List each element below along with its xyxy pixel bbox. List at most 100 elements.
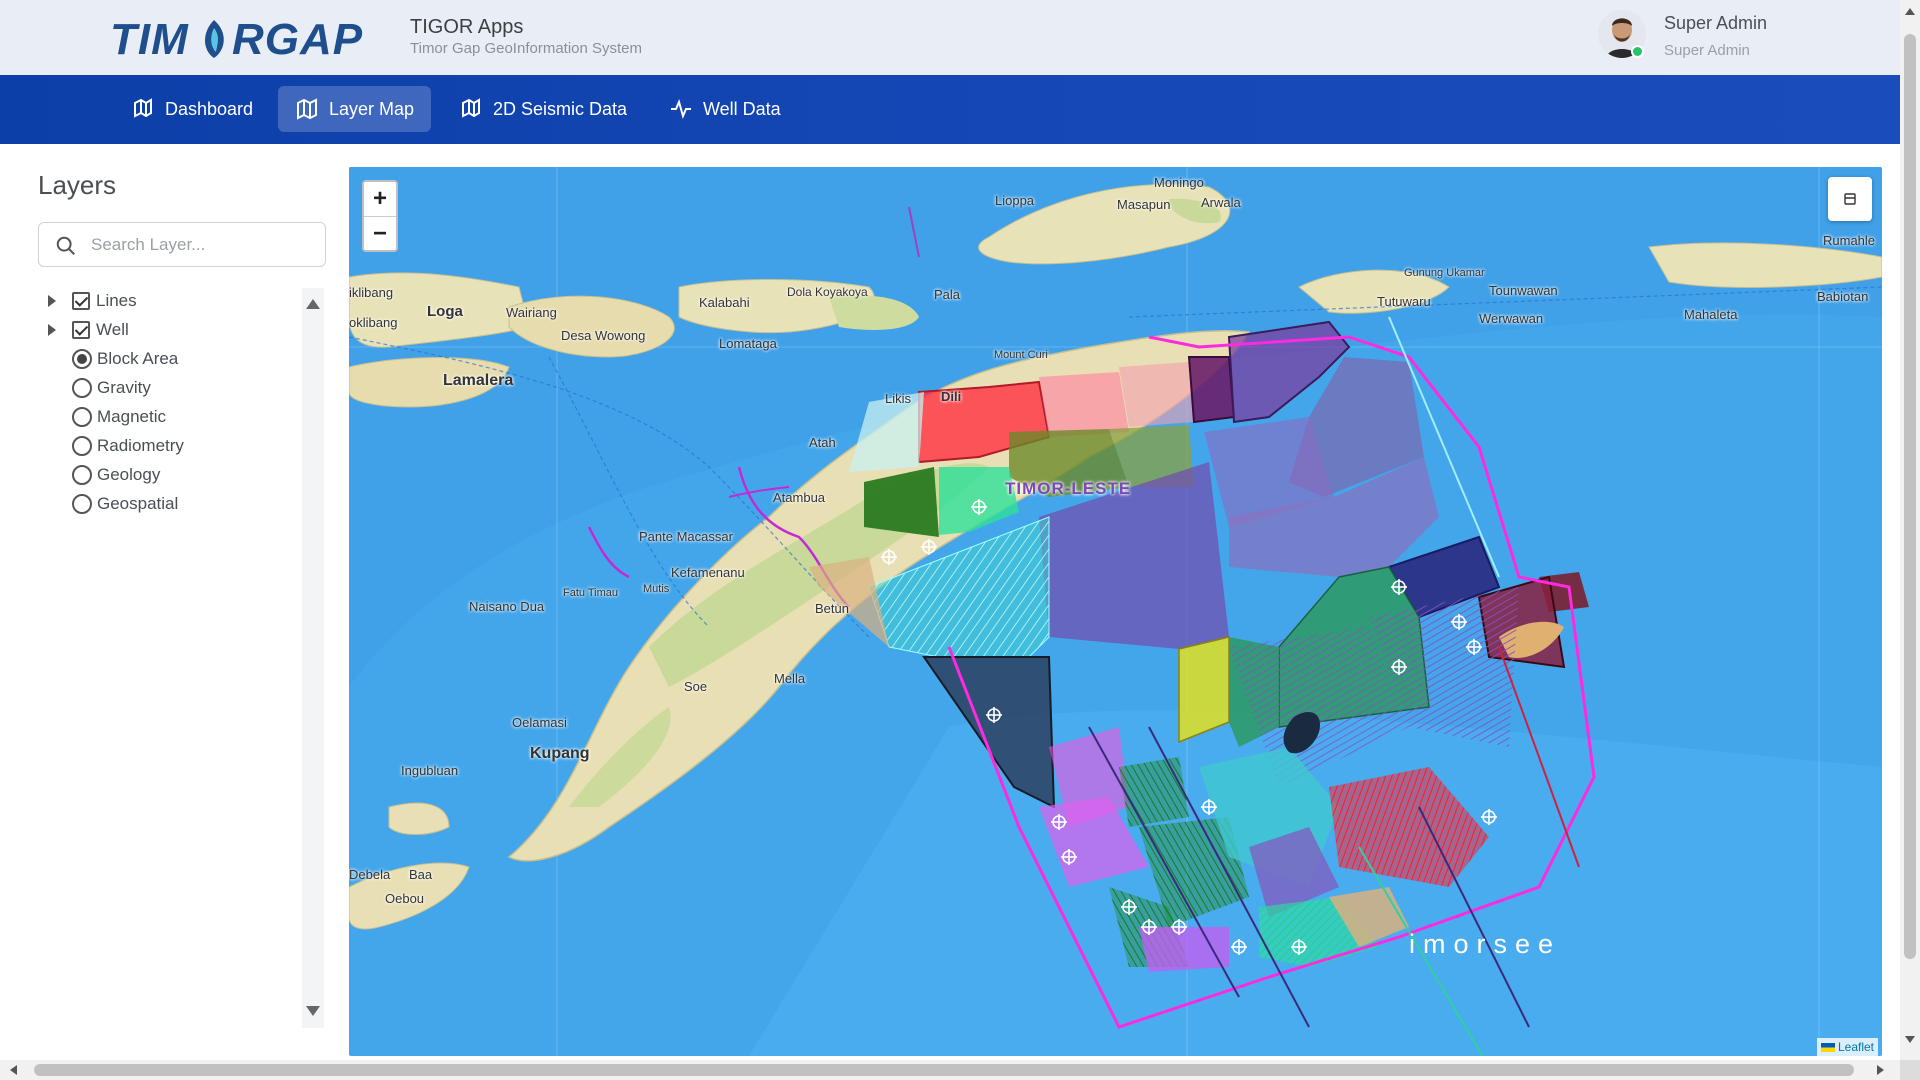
map-label: Rumahle xyxy=(1823,233,1876,248)
layers-title: Layers xyxy=(38,170,117,200)
map-book-icon xyxy=(462,98,480,118)
user-role: Super Admin xyxy=(1664,42,1750,59)
scrollbar-thumb[interactable] xyxy=(34,1064,1854,1076)
map-label: Atah xyxy=(809,435,836,450)
map-label: iklibang xyxy=(349,285,394,300)
map-label: oklibang xyxy=(349,315,398,330)
layer-radio[interactable] xyxy=(72,406,92,427)
map-label: Lioppa xyxy=(995,193,1035,208)
layer-checkbox[interactable] xyxy=(72,291,90,310)
zoom-out-button[interactable]: − xyxy=(364,216,396,250)
layer-label: Gravity xyxy=(97,377,151,397)
map-label: Dili xyxy=(941,389,962,404)
map-label: Masapun xyxy=(1117,197,1171,212)
layer-map[interactable]: Moningo Masapun Arwala Lioppa Rumahle Ba… xyxy=(349,167,1882,1056)
scroll-down-arrow-icon[interactable] xyxy=(306,1006,320,1016)
top-header: TIM RGAP TIGOR Apps Timor Gap GeoInforma… xyxy=(0,0,1900,75)
zoom-control: + − xyxy=(362,180,398,252)
layer-item-radiometry[interactable]: Radiometry xyxy=(44,431,294,460)
timorgap-logo[interactable]: TIM RGAP xyxy=(110,10,400,64)
layer-radio[interactable] xyxy=(72,377,92,398)
map-label: Gunung Ukamar xyxy=(1404,267,1485,279)
map-label: Tutuwaru xyxy=(1377,294,1431,309)
sidebar-scrollbar[interactable] xyxy=(302,288,324,1028)
scrollbar-thumb[interactable] xyxy=(1904,34,1916,959)
svg-text:RGAP: RGAP xyxy=(232,15,363,64)
online-status-indicator xyxy=(1631,45,1644,58)
layer-label: Block Area xyxy=(97,348,179,368)
map-label: Baa xyxy=(409,867,433,882)
ukraine-flag-icon xyxy=(1820,1042,1835,1052)
attribution-text[interactable]: Leaflet xyxy=(1838,1040,1874,1054)
expand-caret-icon[interactable] xyxy=(48,294,56,307)
map-label: Fatu Timau xyxy=(563,587,619,599)
svg-text:TIM: TIM xyxy=(110,15,189,64)
map-label: Likis xyxy=(885,391,912,406)
nav-well-data[interactable]: Well Data xyxy=(652,86,798,132)
layer-label: Radiometry xyxy=(97,435,184,455)
map-label: Mutis xyxy=(643,583,670,595)
main-navbar: Dashboard Layer Map 2D Seismic Data Well… xyxy=(0,75,1900,144)
nav-well-data-label: Well Data xyxy=(703,98,781,119)
map-label: Oebou xyxy=(385,891,425,906)
folded-map-icon xyxy=(297,98,317,120)
map-label: Betun xyxy=(815,601,849,616)
map-label: Mount Curi xyxy=(994,349,1048,361)
map-label: Soe xyxy=(684,679,708,694)
map-label: Oelamasi xyxy=(512,715,567,730)
layer-item-gravity[interactable]: Gravity xyxy=(44,373,294,402)
user-name[interactable]: Super Admin xyxy=(1664,13,1767,34)
app-subtitle: Timor Gap GeoInformation System xyxy=(410,40,643,57)
layer-radio[interactable] xyxy=(72,464,92,485)
basemap-toggle-button[interactable] xyxy=(1828,177,1872,221)
layer-item-well[interactable]: Well xyxy=(44,315,294,344)
scroll-left-arrow-icon[interactable] xyxy=(10,1065,17,1075)
layer-checkbox[interactable] xyxy=(72,320,90,339)
map-label: Lamalera xyxy=(443,372,514,389)
layer-label: Well xyxy=(96,319,129,339)
nav-2d-seismic[interactable]: 2D Seismic Data xyxy=(442,86,644,132)
nav-layer-map[interactable]: Layer Map xyxy=(278,86,432,132)
app-title: TIGOR Apps xyxy=(410,16,524,38)
layers-stack-icon xyxy=(1844,193,1856,205)
layer-radio[interactable] xyxy=(72,493,92,514)
layer-label: Magnetic xyxy=(97,406,166,426)
search-icon xyxy=(56,236,75,255)
map-label: Tounwawan xyxy=(1489,283,1558,298)
map-label: Wairiang xyxy=(506,305,557,320)
map-canvas[interactable] xyxy=(349,167,1882,1056)
layer-radio[interactable] xyxy=(72,348,92,369)
page-vertical-scrollbar[interactable] xyxy=(1900,0,1920,1060)
map-label: Werwawan xyxy=(1479,311,1544,326)
map-label: Loga xyxy=(427,303,463,320)
scrollbar-corner xyxy=(1900,1060,1920,1080)
scroll-right-arrow-icon[interactable] xyxy=(1877,1065,1884,1075)
scroll-up-arrow-icon[interactable] xyxy=(306,299,320,309)
nav-layer-map-label: Layer Map xyxy=(329,98,415,119)
map-label: Kefamenanu xyxy=(671,565,745,580)
layer-item-lines[interactable]: Lines xyxy=(44,286,294,315)
layer-tree: Lines Well Block Area Gravity Magnetic R… xyxy=(44,286,294,518)
nav-dashboard-label: Dashboard xyxy=(165,98,254,119)
scroll-up-arrow-icon[interactable] xyxy=(1905,8,1915,15)
expand-caret-icon[interactable] xyxy=(48,323,56,336)
layer-search-box[interactable] xyxy=(38,222,326,267)
zoom-in-button[interactable]: + xyxy=(364,182,396,216)
layer-item-magnetic[interactable]: Magnetic xyxy=(44,402,294,431)
scroll-down-arrow-icon[interactable] xyxy=(1905,1036,1915,1043)
map-label: Pala xyxy=(934,287,961,302)
layer-search-input[interactable] xyxy=(91,231,311,259)
nav-dashboard[interactable]: Dashboard xyxy=(114,86,270,132)
layer-item-block-area[interactable]: Block Area xyxy=(44,344,294,373)
layer-item-geospatial[interactable]: Geospatial xyxy=(44,489,294,518)
map-label: Moningo xyxy=(1154,175,1204,190)
map-book-icon xyxy=(134,98,152,118)
map-label: Pante Macassar xyxy=(639,529,733,544)
map-label: Atambua xyxy=(773,490,826,505)
layer-radio[interactable] xyxy=(72,435,92,456)
map-label: Kalabahi xyxy=(699,295,750,310)
layer-item-geology[interactable]: Geology xyxy=(44,460,294,489)
map-attribution[interactable]: Leaflet xyxy=(1816,1038,1878,1056)
map-label: Arwala xyxy=(1201,195,1241,210)
page-horizontal-scrollbar[interactable] xyxy=(0,1060,1900,1080)
